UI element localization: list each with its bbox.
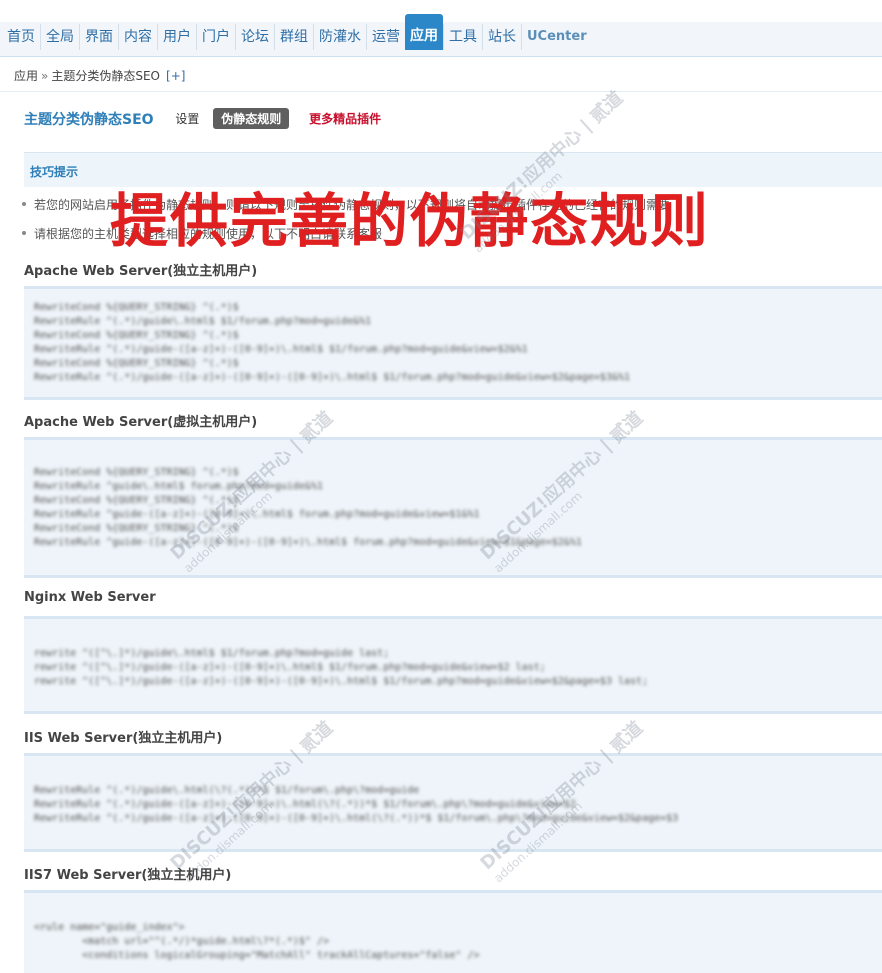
- code-box-nginx: rewrite ^([^\.]*)/guide\.html$ $1/forum.…: [24, 616, 882, 714]
- code-line: rewrite ^([^\.]*)/guide-([a-z]+)-([0-9]+…: [34, 676, 649, 687]
- breadcrumb-current: 主题分类伪静态SEO: [51, 69, 161, 83]
- nav-items: 首页 全局 界面 内容 用户 门户 论坛 群组 防灌水 运营 应用 工具 站长 …: [2, 14, 592, 50]
- code-lines: RewriteCond %{QUERY_STRING} ^(.*)$ Rewrit…: [24, 440, 882, 562]
- tab-rewrite-rules[interactable]: 伪静态规则: [213, 108, 290, 129]
- nav-item-home[interactable]: 首页: [2, 24, 40, 50]
- code-line: <rule name="guide_index">: [34, 922, 185, 933]
- promo-banner-text: 提供完善的伪静态规则: [110, 187, 711, 255]
- nav-item-global[interactable]: 全局: [40, 24, 79, 50]
- section-title-apache-virtual: Apache Web Server(虚拟主机用户): [24, 415, 258, 430]
- plugin-title: 主题分类伪静态SEO: [24, 111, 154, 128]
- code-lines: <rule name="guide_index"> <match url="^(…: [24, 893, 882, 973]
- code-box-apache-dedicated: RewriteCond %{QUERY_STRING} ^(.*)$ Rewrit…: [24, 286, 882, 400]
- code-line: RewriteRule ^(.*)/guide\.html(\?(.*))*$ …: [34, 785, 420, 796]
- code-box-iis: RewriteRule ^(.*)/guide\.html(\?(.*))*$ …: [24, 753, 882, 852]
- plugin-header: 主题分类伪静态SEO 设置 伪静态规则 更多精品插件: [24, 108, 381, 130]
- nav-item-forum[interactable]: 论坛: [235, 24, 274, 50]
- section-title-apache-dedicated: Apache Web Server(独立主机用户): [24, 264, 258, 279]
- nav-item-tools[interactable]: 工具: [443, 24, 482, 50]
- code-lines: RewriteRule ^(.*)/guide\.html(\?(.*))*$ …: [24, 756, 882, 838]
- nav-item-webmaster[interactable]: 站长: [482, 24, 521, 50]
- code-line: RewriteRule ^guide-([a-z]+)-([0-9]+)\.ht…: [34, 509, 480, 520]
- tips-title: 技巧提示: [30, 165, 79, 179]
- code-line: RewriteRule ^(.*)/guide-([a-z]+)-([0-9]+…: [34, 344, 528, 355]
- section-title-iis: IIS Web Server(独立主机用户): [24, 731, 223, 746]
- tab-settings[interactable]: 设置: [175, 110, 199, 127]
- breadcrumb-root[interactable]: 应用: [14, 69, 38, 83]
- code-lines: rewrite ^([^\.]*)/guide\.html$ $1/forum.…: [24, 619, 882, 701]
- nav-item-operations[interactable]: 运营: [366, 24, 405, 50]
- code-line: RewriteCond %{QUERY_STRING} ^(.*)$: [34, 302, 239, 313]
- nav-item-groups[interactable]: 群组: [274, 24, 313, 50]
- code-line: rewrite ^([^\.]*)/guide\.html$ $1/forum.…: [34, 648, 390, 659]
- code-line: RewriteRule ^(.*)/guide-([a-z]+)-([0-9]+…: [34, 813, 679, 824]
- code-box-apache-virtual: RewriteCond %{QUERY_STRING} ^(.*)$ Rewrit…: [24, 437, 882, 578]
- nav-item-portal[interactable]: 门户: [196, 24, 235, 50]
- code-line: RewriteRule ^guide-([a-z]+)-([0-9]+)-([0…: [34, 537, 582, 548]
- code-line: rewrite ^([^\.]*)/guide-([a-z]+)-([0-9]+…: [34, 662, 546, 673]
- nav-item-ucenter[interactable]: UCenter: [521, 24, 592, 50]
- add-shortcut-button[interactable]: [+]: [166, 69, 185, 83]
- breadcrumb: 应用» 主题分类伪静态SEO [+]: [14, 67, 185, 84]
- code-line: RewriteCond %{QUERY_STRING} ^(.*)$: [34, 467, 239, 478]
- code-line: RewriteRule ^(.*)/guide-([a-z]+)-([0-9]+…: [34, 799, 576, 810]
- code-line: RewriteRule ^(.*)/guide\.html$ $1/forum.…: [34, 316, 372, 327]
- code-line: RewriteCond %{QUERY_STRING} ^(.*)$: [34, 330, 239, 341]
- code-lines: RewriteCond %{QUERY_STRING} ^(.*)$ Rewrit…: [24, 289, 882, 397]
- code-line: RewriteRule ^(.*)/guide-([a-z]+)-([0-9]+…: [34, 372, 631, 383]
- nav-item-interface[interactable]: 界面: [79, 24, 118, 50]
- nav-item-antispam[interactable]: 防灌水: [313, 24, 366, 50]
- code-line: RewriteCond %{QUERY_STRING} ^(.*)$: [34, 495, 239, 506]
- code-line: RewriteCond %{QUERY_STRING} ^(.*)$: [34, 523, 239, 534]
- code-line: <match url="^(.*/)*guide.html\?*(.*)$" /…: [34, 936, 330, 947]
- top-navigation: 首页 全局 界面 内容 用户 门户 论坛 群组 防灌水 运营 应用 工具 站长 …: [0, 0, 882, 57]
- tab-more-plugins[interactable]: 更多精品插件: [309, 110, 381, 127]
- code-box-iis7: <rule name="guide_index"> <match url="^(…: [24, 890, 882, 973]
- breadcrumb-separator: »: [41, 69, 49, 83]
- nav-item-content[interactable]: 内容: [118, 24, 157, 50]
- section-title-iis7: IIS7 Web Server(独立主机用户): [24, 868, 232, 883]
- code-line: <conditions logicalGrouping="MatchAll" t…: [34, 950, 480, 961]
- nav-item-apps[interactable]: 应用: [405, 14, 443, 50]
- code-line: RewriteCond %{QUERY_STRING} ^(.*)$: [34, 358, 239, 369]
- breadcrumb-bar: 应用» 主题分类伪静态SEO [+]: [0, 57, 882, 92]
- section-title-nginx: Nginx Web Server: [24, 590, 156, 605]
- code-line: RewriteRule ^guide\.html$ forum.php?mod=…: [34, 481, 323, 492]
- nav-item-users[interactable]: 用户: [157, 24, 196, 50]
